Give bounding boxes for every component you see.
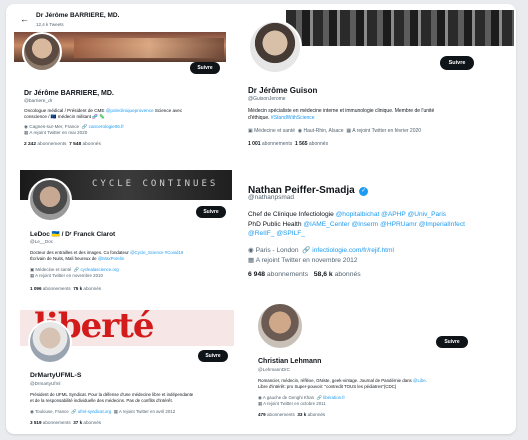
avatar[interactable] bbox=[22, 32, 62, 72]
briefcase-icon: ▣ bbox=[248, 128, 253, 134]
avatar[interactable] bbox=[28, 178, 72, 222]
profile-meta: ▣ Médecine et santé ◉ Haut-Rhin, Alsace … bbox=[248, 128, 422, 134]
link-icon: 🔗 bbox=[71, 409, 77, 414]
follow-button[interactable]: Suivre bbox=[436, 336, 468, 348]
profile-card-peiffer-smadja: Nathan Peiffer-Smadja ✓ @nathanpsmad Che… bbox=[246, 176, 514, 294]
profile-meta: ◉ A gauche de Genghi Khan 🔗 libération.f… bbox=[258, 395, 345, 406]
location-icon: ◉ bbox=[30, 409, 34, 414]
collage-frame: ← Dr Jérôme BARRIERE, MD. 12,4 k Tweets … bbox=[6, 4, 516, 434]
follow-stats: 479 abonnements 33 k abonnés bbox=[258, 412, 325, 417]
following-count[interactable]: 1 096 abonnements bbox=[30, 286, 71, 291]
profile-card-marty: liberté Suivre DrMartyUFML-S @DrmartyUfm… bbox=[20, 310, 234, 430]
following-count[interactable]: 2 242 abonnements bbox=[24, 142, 66, 147]
profile-banner bbox=[286, 10, 514, 46]
follow-button[interactable]: Suivre bbox=[190, 62, 220, 74]
location-icon: ◉ bbox=[297, 128, 303, 134]
followers-count[interactable]: 1 565 abonnés bbox=[295, 141, 328, 147]
avatar[interactable] bbox=[256, 302, 304, 350]
profile-meta: ▣ Médecine et santé 🔗 cyclealascience.or… bbox=[30, 267, 119, 278]
profile-bio: Chef de Clinique Infectiologie @hopitalb… bbox=[248, 211, 465, 237]
profile-meta: ◉ Paris - London 🔗 infectiologie.com/fr/… bbox=[248, 247, 394, 264]
profile-bio: Président de UFML Syndicat. Pour la défe… bbox=[30, 392, 194, 403]
following-count[interactable]: 6 948 abonnements bbox=[248, 271, 308, 278]
calendar-icon: ▦ bbox=[346, 128, 352, 134]
followers-count[interactable]: 37 k abonnés bbox=[73, 420, 101, 425]
profile-meta: ◉ Cagnes-sur-Mer, France 🔗 cancerologie0… bbox=[24, 124, 124, 135]
profile-handle: @barriere_dr bbox=[24, 99, 53, 104]
location-icon: ◉ bbox=[248, 247, 254, 254]
profile-bio: Romancier, médecin, réfléxe, GNiste, gee… bbox=[258, 378, 427, 389]
profile-card-clarot: CYCLE CONTINUES Suivre LeDoc 🇺🇦 / Dʳ Fra… bbox=[20, 170, 232, 300]
link-icon: 🔗 bbox=[302, 247, 311, 254]
profile-handle: @LehmannDrC bbox=[258, 367, 290, 372]
profile-card-lehmann: Suivre Christian Lehmann @LehmannDrC Rom… bbox=[248, 300, 478, 426]
profile-name: DrMartyUFML-S bbox=[30, 372, 82, 379]
follow-stats: 1 096 abonnements 75 k abonnés bbox=[30, 286, 101, 291]
profile-meta: ◉ Toulouse, France 🔗 ufml-syndicat.org ▦… bbox=[30, 409, 176, 414]
follow-stats: 3 519 abonnements 37 k abonnés bbox=[30, 420, 101, 425]
verified-badge-icon: ✓ bbox=[359, 187, 369, 196]
avatar[interactable] bbox=[28, 320, 72, 364]
follow-button[interactable]: Suivre bbox=[440, 56, 474, 70]
profile-handle: @Le__Doc bbox=[30, 239, 54, 244]
card-header-bar: ← Dr Jérôme BARRIERE, MD. 12,4 k Tweets bbox=[14, 10, 226, 32]
profile-name: Dr Jérôme Guison bbox=[248, 86, 318, 95]
following-count[interactable]: 3 519 abonnements bbox=[30, 420, 71, 425]
followers-count[interactable]: 33 k abonnés bbox=[297, 412, 325, 417]
follow-button[interactable]: Suivre bbox=[196, 206, 226, 218]
profile-bio: Docteur des entrailles et des images. Co… bbox=[30, 250, 184, 261]
profile-bio: Médecin spécialiste en médecine interne … bbox=[248, 108, 435, 121]
header-tweet-count: 12,4 k Tweets bbox=[36, 22, 64, 27]
profile-card-barriere: ← Dr Jérôme BARRIERE, MD. 12,4 k Tweets … bbox=[14, 10, 226, 158]
profile-name: Christian Lehmann bbox=[258, 358, 322, 365]
back-arrow-icon[interactable]: ← bbox=[20, 14, 29, 24]
followers-count[interactable]: 58,6 k abonnés bbox=[314, 271, 361, 278]
following-count[interactable]: 1 001 abonnements bbox=[248, 141, 292, 147]
calendar-icon: ▦ bbox=[113, 409, 118, 414]
banner-text: CYCLE CONTINUES bbox=[92, 179, 219, 189]
follow-stats: 6 948 abonnements 58,6 k abonnés bbox=[248, 271, 361, 278]
profile-handle: @DrmartyUfml bbox=[30, 381, 61, 386]
profile-bio: Oncologue médical / Président de CME @po… bbox=[24, 108, 183, 119]
followers-count[interactable]: 7 548 abonnés bbox=[69, 142, 101, 147]
profile-card-guison: Suivre Dr Jérôme Guison @GuisonJerome Mé… bbox=[238, 10, 514, 158]
follow-stats: 2 242 abonnements 7 548 abonnés bbox=[24, 142, 101, 147]
follow-button[interactable]: Suivre bbox=[198, 350, 228, 362]
header-name: Dr Jérôme BARRIERE, MD. bbox=[36, 12, 120, 19]
calendar-icon: ▦ bbox=[30, 273, 35, 278]
profile-name: LeDoc 🇺🇦 / Dʳ Franck Clarot bbox=[30, 231, 116, 238]
following-count[interactable]: 479 abonnements bbox=[258, 412, 295, 417]
profile-handle: @GuisonJerome bbox=[248, 96, 286, 102]
avatar[interactable] bbox=[248, 20, 302, 74]
profile-handle: @nathanpsmad bbox=[248, 194, 294, 201]
calendar-icon: ▦ bbox=[248, 256, 255, 264]
followers-count[interactable]: 75 k abonnés bbox=[73, 286, 101, 291]
profile-name: Dr Jérôme BARRIERE, MD. bbox=[24, 90, 114, 97]
follow-stats: 1 001 abonnements 1 565 abonnés bbox=[248, 141, 328, 147]
calendar-icon: ▦ bbox=[24, 130, 29, 135]
calendar-icon: ▦ bbox=[258, 401, 263, 406]
